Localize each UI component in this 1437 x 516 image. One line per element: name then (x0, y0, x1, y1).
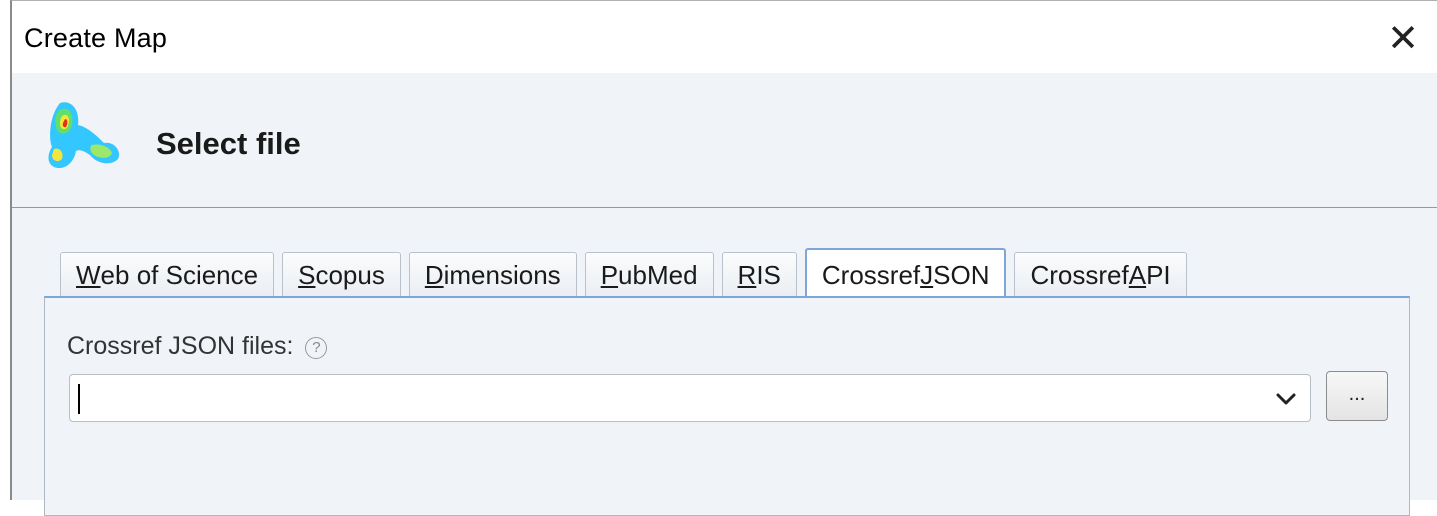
tab-label-suffix: imensions (443, 260, 561, 290)
crossref-json-file-combobox[interactable] (69, 374, 1311, 422)
tab-crossref-api[interactable]: Crossref A PI (1014, 252, 1187, 298)
tab-label-suffix: SON (933, 259, 990, 290)
text-caret (78, 384, 80, 414)
tab-mnemonic: S (298, 260, 316, 290)
tab-scopus[interactable]: Scopus (282, 252, 401, 298)
window-title: Create Map (24, 23, 168, 53)
title-bar: Create Map ✕ (12, 1, 1437, 73)
browse-button[interactable]: ... (1326, 371, 1388, 421)
tab-ris[interactable]: R IS (721, 252, 797, 298)
close-icon[interactable]: ✕ (1383, 19, 1423, 59)
tab-label-suffix: copus (315, 260, 385, 290)
tab-dimensions[interactable]: Dimensions (408, 252, 577, 298)
tab-label-suffix: ubMed (618, 260, 698, 290)
tab-label-suffix: eb of Science (100, 260, 259, 290)
tab-label-suffix: IS (756, 260, 781, 290)
tab-label-suffix: PI (1146, 260, 1171, 290)
tab-mnemonic: R (737, 260, 757, 290)
field-label-row: Crossref JSON files:? (67, 332, 328, 361)
tab-mnemonic: W (76, 260, 101, 290)
tab-label-prefix: Crossref (821, 259, 921, 290)
tab-mnemonic: P (600, 260, 619, 290)
chevron-down-icon[interactable] (1272, 387, 1300, 411)
page-title: Select file (156, 126, 301, 161)
tab-crossref-json[interactable]: Crossref J SON (804, 248, 1007, 300)
tab-label-prefix: Crossref (1030, 260, 1129, 290)
tab-mnemonic: A (1128, 260, 1147, 290)
vosviewer-logo-icon (48, 102, 120, 169)
create-map-dialog: Create Map ✕ Select file Web of Science … (10, 0, 1437, 516)
tab-pubmed[interactable]: PubMed (584, 252, 714, 298)
tab-mnemonic: J (920, 259, 934, 290)
dialog-body: Web of Science Scopus Dimensions PubMed … (12, 208, 1437, 516)
tab-mnemonic: D (424, 260, 444, 290)
tab-web-of-science[interactable]: Web of Science (60, 252, 275, 298)
tab-panel: Crossref JSON files:? ... (44, 296, 1410, 516)
help-icon[interactable]: ? (305, 337, 328, 359)
dialog-header: Select file (12, 73, 1437, 208)
source-tabs: Web of Science Scopus Dimensions PubMed … (60, 246, 1195, 300)
crossref-json-files-label: Crossref JSON files: (67, 332, 294, 360)
